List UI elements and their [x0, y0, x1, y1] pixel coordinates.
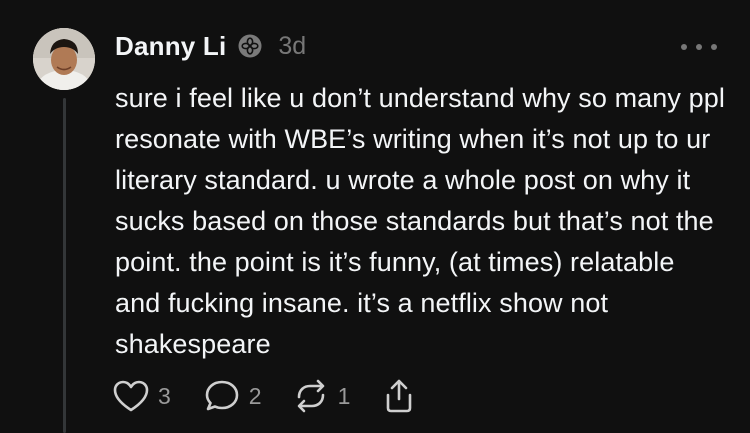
dot — [681, 44, 687, 50]
thread-line — [63, 98, 66, 433]
reply-button[interactable]: 2 — [203, 378, 262, 414]
repost-button[interactable]: 1 — [292, 378, 351, 414]
comment-icon — [205, 380, 239, 411]
share-button[interactable] — [380, 377, 418, 415]
like-count: 3 — [158, 382, 171, 409]
repost-count: 1 — [337, 382, 351, 409]
thread-post: Danny Li 3d sure i feel like u don’t und… — [0, 0, 750, 433]
reply-count: 2 — [248, 382, 262, 409]
like-button[interactable]: 3 — [112, 379, 171, 413]
post-header: Danny Li 3d — [115, 28, 306, 64]
post-actions: 3 2 1 — [112, 376, 418, 416]
dot — [696, 44, 702, 50]
avatar[interactable] — [33, 28, 95, 90]
username[interactable]: Danny Li — [115, 31, 226, 62]
heart-icon — [113, 380, 149, 412]
post-timestamp: 3d — [278, 31, 307, 60]
flower-badge-icon — [238, 34, 262, 58]
dot — [711, 44, 717, 50]
share-icon — [387, 379, 412, 413]
repost-icon — [297, 379, 324, 413]
post-text: sure i feel like u don’t understand why … — [115, 83, 725, 359]
more-options-icon[interactable] — [681, 42, 717, 52]
